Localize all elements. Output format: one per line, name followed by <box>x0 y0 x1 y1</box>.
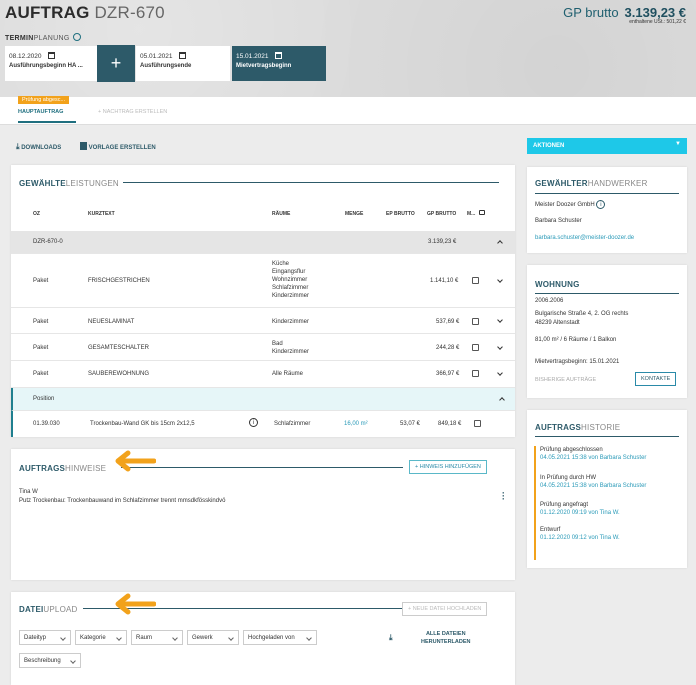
divider <box>535 436 679 437</box>
divider <box>535 293 679 294</box>
address-line-1: Bulgarische Straße 4, 2. OG rechts <box>535 311 629 317</box>
mietvertragsbeginn: Mietvertragsbeginn: 15.01.2021 <box>535 359 620 365</box>
row-checkbox[interactable] <box>472 318 479 325</box>
group-row[interactable]: DZR-670-0 3.139,23 € <box>11 231 515 254</box>
col-ep-brutto: EP BRUTTO <box>386 211 415 217</box>
filter-kategorie[interactable]: Kategorie <box>75 630 127 645</box>
history-icon[interactable] <box>72 33 81 41</box>
row-checkbox[interactable] <box>474 420 481 427</box>
wohnung-card: WOHNUNG 2006.2006 Bulgarische Straße 4, … <box>527 265 687 398</box>
tab-nachtrag-erstellen[interactable]: + NACHTRAG ERSTELLEN <box>98 109 167 115</box>
handwerker-title: GEWÄHLTERHANDWERKER <box>535 179 648 188</box>
ust-info: enthaltene USt.: 501,22 € <box>629 19 686 25</box>
calendar-icon[interactable] <box>47 52 55 59</box>
position-row[interactable]: 01.39.030 Trockenbau-Wand GK bis 15cm 2x… <box>11 411 515 437</box>
step-mietvertragsbeginn[interactable]: 15.01.2021 Mietvertragsbeginn <box>232 46 326 81</box>
timeline-bar <box>534 446 536 560</box>
info-icon[interactable]: i <box>596 200 606 209</box>
kontakte-button[interactable]: KONTAKTE <box>635 372 677 386</box>
historie-title: AUFTRAGSHISTORIE <box>535 423 621 432</box>
table-row[interactable]: Paket NEUESLAMINAT Kinderzimmer 537,69 € <box>11 308 515 334</box>
more-vertical-icon[interactable]: · · · <box>502 489 505 504</box>
filter-hochgeladen-von[interactable]: Hochgeladen von <box>243 630 317 645</box>
annotation-arrow-icon <box>115 593 156 615</box>
col-kurztext: KURZTEXT <box>88 211 115 217</box>
filter-dateityp[interactable]: Dateityp <box>19 630 71 645</box>
hinweis-hinzufuegen-button[interactable]: + HINWEIS HINZUFÜGEN <box>409 460 487 474</box>
leistungen-title: GEWÄHLTELEISTUNGEN <box>19 179 119 188</box>
col-m: M... <box>467 211 476 217</box>
table-row[interactable]: Paket FRISCHGESTRICHEN Küche Eingangsflur… <box>11 254 515 308</box>
template-icon <box>80 142 87 150</box>
chevron-down-icon[interactable] <box>497 317 503 323</box>
historie-card: AUFTRAGSHISTORIE Prüfung abgeschlossen 04… <box>527 410 687 568</box>
history-item: Entwurf 01.12.2020 09:12 von Tina W. <box>540 527 620 541</box>
leistungen-card: GEWÄHLTELEISTUNGEN OZ KURZTEXT RÄUME MEN… <box>11 165 515 437</box>
status-badge: Prüfung abgesc... <box>18 96 70 104</box>
contact-person: Barbara Schuster <box>535 218 582 224</box>
wohnung-details: 81,00 m² / 6 Räume / 1 Balkon <box>535 337 617 343</box>
wohnung-id: 2006.2006 <box>535 298 564 304</box>
bisherige-auftraege-link[interactable]: BISHERIGE AUFTRÄGE <box>535 377 596 383</box>
divider <box>121 467 403 468</box>
step-ausfuehrungsende[interactable]: 05.01.2021 Ausführungsende <box>136 46 230 81</box>
history-item: Prüfung abgeschlossen 04.05.2021 15:38 vo… <box>540 447 647 461</box>
table-row[interactable]: Paket SAUBEREWOHNUNG Alle Räume 366,97 € <box>11 361 515 388</box>
upload-card: DATEIUPLOAD + NEUE DATEI HOCHLADEN Datei… <box>11 592 515 685</box>
filter-beschreibung[interactable]: Beschreibung <box>19 653 81 668</box>
chevron-down-icon[interactable] <box>497 370 503 376</box>
info-icon[interactable]: i <box>249 418 258 427</box>
tab-hauptauftrag[interactable]: HAUPTAUFTRAG <box>18 109 76 123</box>
filter-gewerk[interactable]: Gewerk <box>187 630 239 645</box>
hinweis-author: Tina W <box>19 489 38 495</box>
page-title: AUFTRAG DZR-670 <box>5 3 165 22</box>
hinweise-card: AUFTRAGSHINWEISE + HINWEIS HINZUFÜGEN Ti… <box>11 449 515 580</box>
col-oz: OZ <box>33 211 40 217</box>
col-raeume: RÄUME <box>272 211 291 217</box>
chevron-down-icon[interactable] <box>497 277 503 283</box>
upload-title: DATEIUPLOAD <box>19 605 78 614</box>
handwerker-card: GEWÄHLTERHANDWERKER Meister Doozer GmbH … <box>527 167 687 253</box>
raeume-list: Küche Eingangsflur Wohnzimmer Schlafzimmer K… <box>272 261 310 299</box>
address-line-2: 48239 Altenstadt <box>535 320 580 326</box>
row-checkbox[interactable] <box>472 277 479 284</box>
download-icon: ⤓ <box>16 142 20 151</box>
chevron-up-icon[interactable] <box>499 397 505 403</box>
terminplanung-label: TERMINPLANUNG <box>5 33 81 42</box>
position-group-row[interactable]: Position <box>11 388 515 411</box>
table-row[interactable]: Paket GESAMTESCHALTER Bad Kinderzimmer 24… <box>11 334 515 361</box>
hinweis-text: Putz Trockenbau: Trockenbauwand im Schla… <box>19 498 226 504</box>
alle-dateien-herunterladen-link[interactable]: ALLE DATEIEN HERUNTERLADEN <box>421 630 471 646</box>
wohnung-title: WOHNUNG <box>535 280 580 289</box>
columns-icon[interactable] <box>479 210 485 215</box>
downloads-link[interactable]: ⤓ DOWNLOADS <box>16 142 61 152</box>
row-checkbox[interactable] <box>472 344 479 351</box>
chevron-up-icon[interactable] <box>497 240 503 246</box>
history-item: Prüfung angefragt 01.12.2020 09:19 von Ti… <box>540 502 620 516</box>
company-name: Meister Doozer GmbH i <box>535 200 606 209</box>
download-icon[interactable]: ⤓ <box>389 633 393 643</box>
calendar-icon[interactable] <box>274 52 282 59</box>
divider <box>535 193 679 194</box>
divider <box>123 182 499 183</box>
hinweise-title: AUFTRAGSHINWEISE <box>19 464 107 473</box>
chevron-down-icon: ▼ <box>675 141 681 147</box>
step-ausfuehrungsbeginn[interactable]: 08.12.2020 Ausführungsbeginn HA ... <box>5 46 97 81</box>
gp-total: GP brutto 3.139,23 € <box>563 5 686 20</box>
aktionen-dropdown[interactable]: AKTIONEN ▼ <box>527 138 687 154</box>
chevron-down-icon[interactable] <box>497 344 503 350</box>
history-item: In Prüfung durch HW 04.05.2021 15:38 von … <box>540 475 647 489</box>
add-step-button[interactable]: + <box>97 45 135 82</box>
filter-raum[interactable]: Raum <box>131 630 183 645</box>
row-checkbox[interactable] <box>472 370 479 377</box>
col-menge: MENGE <box>345 211 364 217</box>
annotation-arrow-icon <box>115 450 156 472</box>
neue-datei-hochladen-button[interactable]: + NEUE DATEI HOCHLADEN <box>402 602 488 616</box>
vorlage-erstellen-link[interactable]: VORLAGE ERSTELLEN <box>80 142 156 151</box>
col-gp-brutto: GP BRUTTO <box>427 211 457 217</box>
email-link[interactable]: barbara.schuster@meister-doozer.de <box>535 235 634 241</box>
calendar-icon[interactable] <box>178 52 186 59</box>
